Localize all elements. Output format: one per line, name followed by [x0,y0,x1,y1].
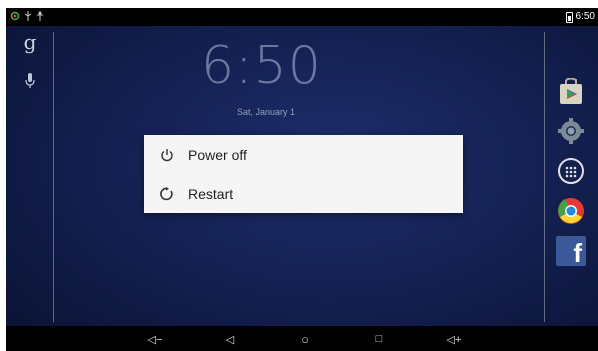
notification-icon [10,11,20,21]
restart-icon [160,186,173,200]
play-store-icon[interactable] [556,78,586,108]
left-rail: g [18,30,42,88]
android-screen: 6:50 g 6:50 Sat, January 1 f Power off R… [6,8,598,351]
usb-debug-icon [37,11,43,21]
power-off-label: Power off [188,146,247,163]
battery-icon [565,11,573,23]
recents-button[interactable]: □ [369,330,389,348]
left-divider [53,32,54,322]
power-icon [161,148,173,161]
restart-option[interactable]: Restart [144,174,463,213]
app-drawer-icon[interactable] [556,156,586,186]
back-button[interactable]: ◁ [220,330,240,348]
usb-icon [24,11,32,21]
volume-up-button[interactable]: ◁+ [441,330,467,348]
restart-label: Restart [188,185,234,202]
volume-down-button[interactable]: ◁− [142,330,168,348]
facebook-icon[interactable]: f [556,236,586,266]
power-off-option[interactable]: Power off [144,135,463,174]
google-search-icon[interactable]: g [18,30,42,54]
home-button[interactable]: ○ [295,330,315,348]
chrome-icon[interactable] [556,196,586,226]
power-dialog: Power off Restart [144,135,463,213]
status-time: 6:50 [575,11,595,22]
status-bar: 6:50 [6,8,598,26]
settings-icon[interactable] [556,116,586,146]
right-divider [544,32,545,322]
lockscreen-date: Sat, January 1 [236,107,296,117]
lockscreen-clock: 6:50 [201,36,322,96]
microphone-icon[interactable] [24,72,36,90]
navigation-bar: ◁− ◁ ○ □ ◁+ [6,326,598,351]
facebook-letter: f [573,238,582,268]
